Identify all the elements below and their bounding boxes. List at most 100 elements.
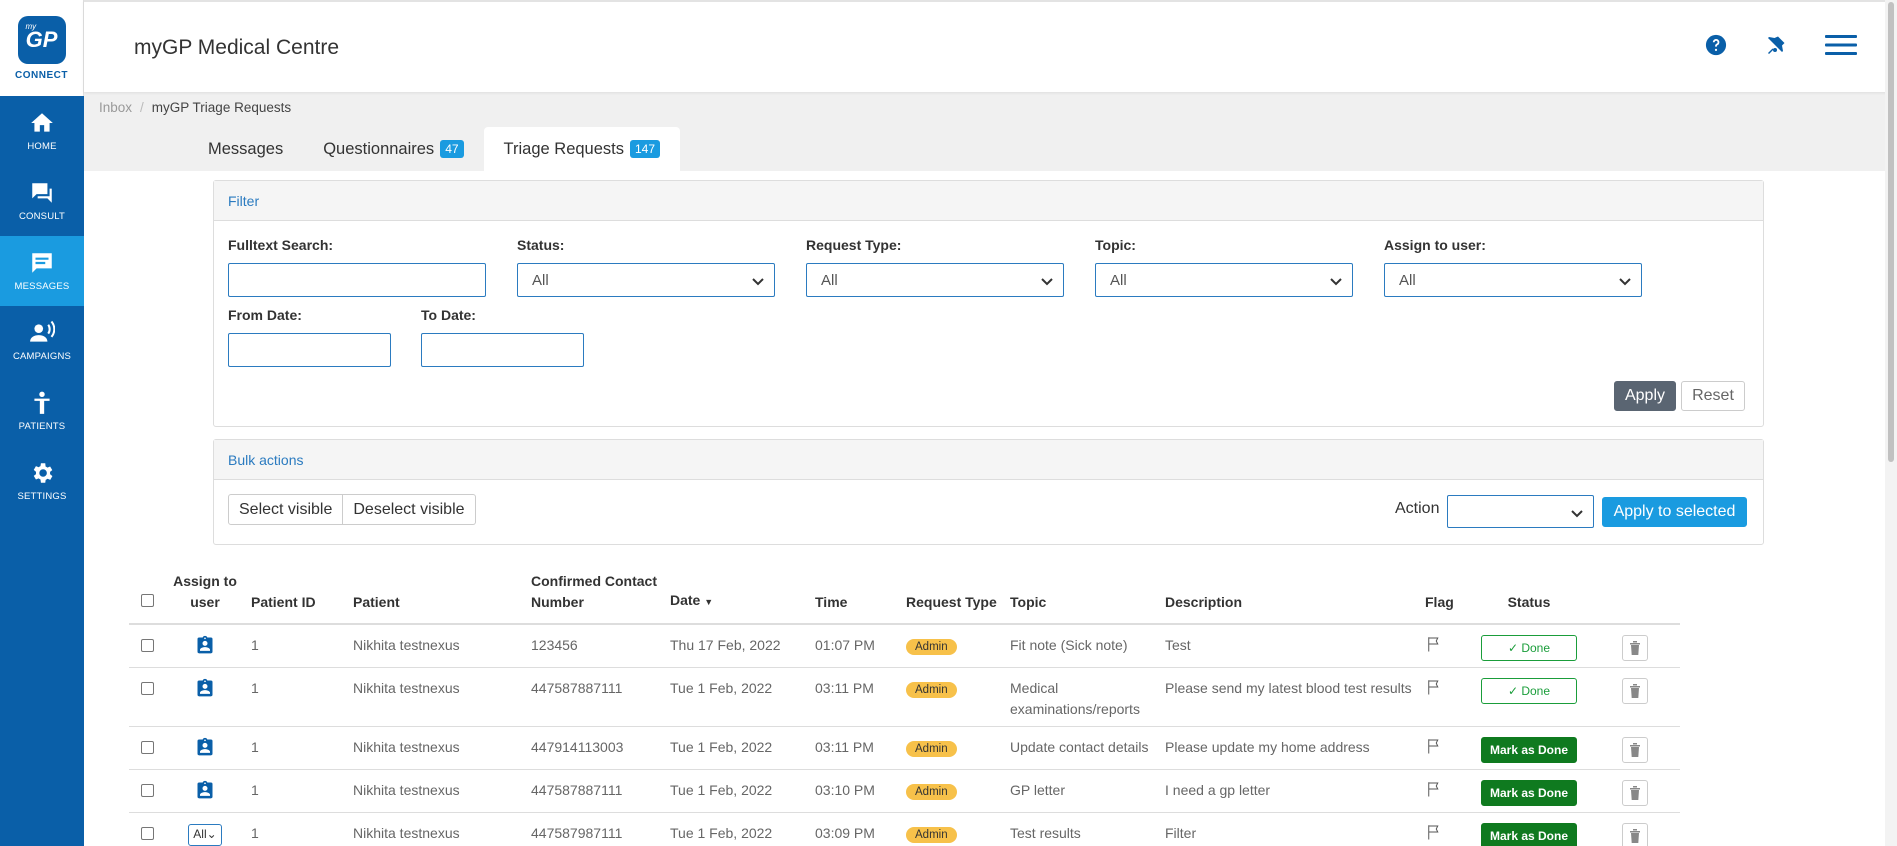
row-checkbox[interactable] — [140, 682, 154, 695]
delete-button[interactable] — [1621, 678, 1648, 704]
table-row[interactable]: 1 Nikhita testnexus 447587887111 Tue 1 Feb,… — [129, 769, 1680, 813]
sidebar-item-home[interactable]: HOME — [0, 96, 84, 166]
table-row[interactable]: 1 Nikhita testnexus 123456 Thu 17 Feb, 2022… — [129, 624, 1680, 668]
help-button[interactable] — [1701, 30, 1731, 60]
sort-desc-icon: ▼ — [704, 597, 714, 607]
request-type-cell: Admin — [900, 769, 1004, 813]
scrollbar-thumb[interactable] — [1888, 2, 1894, 462]
topic-label: Topic: — [1095, 237, 1136, 253]
sidebar-item-patients[interactable]: PATIENTS — [0, 376, 84, 446]
row-select-cell — [129, 667, 165, 727]
request-type-column-header[interactable]: Request Type — [900, 564, 1004, 625]
row-checkbox[interactable] — [140, 784, 154, 797]
assign-cell: All ⌄ — [165, 812, 245, 846]
assign-user-select[interactable]: All — [1384, 263, 1642, 297]
sidebar-item-settings[interactable]: SETTINGS — [0, 446, 84, 516]
select-all-checkbox[interactable] — [140, 594, 154, 607]
contact-column-header[interactable]: Confirmed Contact Number — [525, 564, 664, 625]
assign-user-icon[interactable] — [195, 635, 215, 658]
tab-questionnaires[interactable]: Questionnaires 47 — [303, 127, 483, 171]
patient-id-column-header[interactable]: Patient ID — [245, 564, 347, 625]
logo-badge: my GP — [17, 15, 66, 64]
time-cell: 03:09 PM — [809, 812, 900, 846]
count-badge: 47 — [440, 140, 464, 158]
assign-cell — [165, 667, 245, 727]
assign-user-icon[interactable] — [195, 678, 215, 701]
table-row[interactable]: All ⌄ 1 Nikhita testnexus 447587987111 Tue 1… — [129, 812, 1680, 846]
row-checkbox[interactable] — [140, 827, 154, 840]
topic-column-header[interactable]: Topic — [1004, 564, 1159, 625]
flag-icon[interactable] — [1425, 739, 1443, 758]
time-cell: 03:10 PM — [809, 769, 900, 813]
action-label: Action — [1395, 500, 1440, 517]
tab-triage-requests[interactable]: Triage Requests 147 — [483, 127, 681, 171]
table-row[interactable]: 1 Nikhita testnexus 447914113003 Tue 1 Feb,… — [129, 726, 1680, 770]
status-button[interactable]: Mark as Done — [1481, 823, 1577, 846]
request-type-select[interactable]: All — [806, 263, 1064, 297]
topic-select[interactable]: All — [1095, 263, 1353, 297]
notifications-button[interactable] — [1761, 30, 1791, 60]
fulltext-search-input[interactable] — [228, 263, 486, 297]
table-row[interactable]: 1 Nikhita testnexus 447587887111 Tue 1 Feb,… — [129, 667, 1680, 727]
apply-filter-button[interactable]: Apply — [1614, 381, 1676, 411]
trash-icon — [1629, 829, 1641, 846]
select-visible-button[interactable]: Select visible — [228, 494, 344, 525]
status-button[interactable]: Mark as Done — [1481, 737, 1577, 763]
menu-button[interactable] — [1821, 30, 1861, 60]
row-checkbox[interactable] — [140, 639, 154, 652]
delete-cell — [1589, 667, 1680, 727]
tab-messages[interactable]: Messages — [188, 127, 303, 171]
row-select-cell — [129, 726, 165, 770]
sidebar-item-campaigns[interactable]: CAMPAIGNS — [0, 306, 84, 376]
tab-label: Questionnaires — [323, 139, 435, 158]
check-icon: ✓ — [1507, 641, 1522, 655]
gear-icon — [33, 463, 53, 483]
sidebar-item-consult[interactable]: CONSULT — [0, 166, 84, 236]
sidebar-item-messages[interactable]: MESSAGES — [0, 236, 84, 306]
action-select[interactable] — [1447, 495, 1594, 528]
status-cell: Mark as Done — [1469, 812, 1589, 846]
row-select-cell — [129, 624, 165, 668]
status-button[interactable]: ✓ Done — [1481, 678, 1577, 704]
assign-user-mini-select[interactable]: All ⌄ — [188, 823, 222, 846]
chevron-down-icon — [750, 273, 766, 289]
from-date-input[interactable] — [228, 333, 391, 367]
page-scrollbar[interactable] — [1885, 0, 1897, 846]
delete-button[interactable] — [1621, 635, 1648, 661]
contact-cell: 447587987111 — [525, 812, 664, 846]
tab-label: Triage Requests — [503, 139, 624, 158]
delete-button[interactable] — [1621, 737, 1648, 763]
status-select[interactable]: All — [517, 263, 775, 297]
inbox-tabs: Messages Questionnaires 47 Triage Request… — [188, 127, 681, 171]
status-button[interactable]: Mark as Done — [1481, 780, 1577, 806]
status-column-header[interactable]: Status — [1469, 564, 1589, 625]
bell-icon — [1768, 36, 1785, 54]
to-date-input[interactable] — [421, 333, 584, 367]
assign-user-icon[interactable] — [195, 780, 215, 803]
breadcrumb-inbox[interactable]: Inbox — [99, 100, 132, 115]
description-column-header[interactable]: Description — [1159, 564, 1419, 625]
flag-icon[interactable] — [1425, 680, 1443, 699]
request-type-cell: Admin — [900, 726, 1004, 770]
flag-icon[interactable] — [1425, 825, 1443, 844]
status-cell: ✓ Done — [1469, 667, 1589, 727]
reset-filter-button[interactable]: Reset — [1681, 381, 1745, 411]
flag-icon[interactable] — [1425, 637, 1443, 656]
topic-select-value: All — [1110, 271, 1127, 289]
date-cell: Tue 1 Feb, 2022 — [664, 726, 809, 770]
chevron-down-icon — [1039, 273, 1055, 289]
flag-icon[interactable] — [1425, 782, 1443, 801]
status-button[interactable]: ✓ Done — [1481, 635, 1577, 661]
assign-user-icon[interactable] — [195, 737, 215, 760]
date-column-header[interactable]: Date ▼ — [664, 564, 809, 625]
delete-button[interactable] — [1621, 780, 1648, 806]
time-column-header[interactable]: Time — [809, 564, 900, 625]
apply-to-selected-button[interactable]: Apply to selected — [1602, 497, 1747, 527]
deselect-visible-button[interactable]: Deselect visible — [343, 494, 476, 525]
logo[interactable]: my GP CONNECT — [0, 0, 84, 96]
delete-button[interactable] — [1621, 823, 1648, 846]
row-checkbox[interactable] — [140, 741, 154, 754]
patient-column-header[interactable]: Patient — [347, 564, 525, 625]
description-cell: Please update my home address — [1159, 726, 1419, 770]
sidebar-item-label: SETTINGS — [17, 491, 67, 502]
